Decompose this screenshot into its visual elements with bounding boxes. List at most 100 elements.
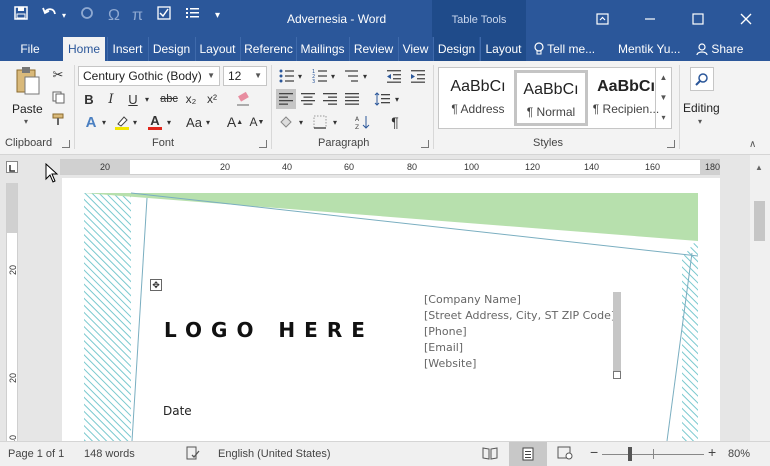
bold-icon[interactable]: B — [80, 90, 98, 108]
clear-formatting-icon[interactable] — [234, 90, 252, 108]
paste-button[interactable]: Paste — [12, 102, 43, 116]
zoom-slider-thumb[interactable] — [627, 447, 632, 461]
subscript-icon[interactable]: x₂ — [182, 90, 200, 108]
close-icon[interactable] — [722, 0, 770, 37]
zoom-in-icon[interactable]: + — [708, 444, 716, 460]
underline-dropdown-icon[interactable]: ▾ — [142, 90, 152, 108]
tab-home[interactable]: Home — [63, 37, 105, 61]
sort-icon[interactable]: AZ — [352, 112, 372, 132]
tab-file[interactable]: File — [12, 37, 48, 61]
style-address[interactable]: AaBbCı ¶ Address — [441, 70, 515, 126]
line-spacing-icon[interactable] — [372, 89, 392, 109]
tab-table-layout[interactable]: Layout — [480, 37, 526, 61]
show-marks-icon[interactable]: ¶ — [386, 112, 404, 132]
highlight-dropdown-icon[interactable]: ▾ — [131, 113, 139, 131]
shading-dropdown-icon[interactable]: ▾ — [297, 112, 305, 132]
bullets-icon[interactable] — [278, 67, 296, 85]
zoom-level[interactable]: 80% — [728, 448, 750, 460]
pi-icon[interactable]: π — [132, 7, 143, 25]
list-icon[interactable] — [185, 6, 201, 25]
editing-dropdown-icon[interactable]: ▾ — [698, 117, 702, 126]
align-center-icon[interactable] — [298, 89, 318, 109]
company-info[interactable]: [Company Name] [Street Address, City, ST… — [424, 292, 615, 372]
zoom-out-icon[interactable]: − — [590, 444, 598, 460]
proofing-icon[interactable] — [186, 446, 200, 463]
align-left-icon[interactable] — [276, 89, 296, 109]
save-icon[interactable] — [14, 6, 28, 25]
style-recipient[interactable]: AaBbCı ¶ Recipien... — [589, 70, 663, 126]
print-layout-icon[interactable] — [509, 442, 547, 466]
grow-font-icon[interactable]: A ▲ — [226, 113, 244, 131]
font-size-select[interactable]: 12 ▼ — [223, 66, 267, 86]
word-count[interactable]: 148 words — [84, 448, 135, 460]
font-color-dropdown-icon[interactable]: ▾ — [165, 113, 173, 131]
decrease-indent-icon[interactable] — [385, 67, 403, 85]
scrollbar-thumb[interactable] — [754, 201, 765, 241]
maximize-icon[interactable] — [674, 0, 722, 37]
scroll-up-icon[interactable]: ▲ — [755, 163, 763, 172]
shading-icon[interactable] — [276, 112, 296, 132]
vertical-scrollbar[interactable]: ▲ — [750, 155, 770, 441]
share-button[interactable]: Share — [696, 37, 743, 61]
styles-launcher-icon[interactable] — [667, 140, 675, 148]
language-status[interactable]: English (United States) — [218, 448, 331, 460]
text-effects-icon[interactable]: A — [82, 113, 100, 131]
style-normal[interactable]: AaBbCı ¶ Normal — [514, 70, 588, 126]
tab-selector-icon[interactable] — [6, 161, 18, 173]
copy-icon[interactable] — [50, 89, 66, 105]
format-painter-icon[interactable] — [50, 111, 66, 127]
tab-references[interactable]: Referenc — [240, 37, 296, 61]
tab-mailings[interactable]: Mailings — [296, 37, 348, 61]
tell-me-box[interactable]: Tell me... — [534, 37, 595, 61]
text-effects-dropdown-icon[interactable]: ▾ — [100, 113, 108, 131]
shrink-font-icon[interactable]: A ▼ — [248, 113, 266, 131]
tab-design[interactable]: Design — [148, 37, 194, 61]
highlight-icon[interactable] — [113, 113, 131, 131]
tab-view[interactable]: View — [398, 37, 432, 61]
multilevel-list-icon[interactable] — [343, 67, 361, 85]
numbering-dropdown-icon[interactable]: ▾ — [329, 67, 337, 85]
paste-icon[interactable] — [14, 65, 42, 97]
styles-up-icon[interactable]: ▲ — [656, 68, 671, 88]
page-count[interactable]: Page 1 of 1 — [8, 448, 64, 460]
change-case-dropdown-icon[interactable]: ▾ — [204, 113, 212, 131]
paste-dropdown-icon[interactable]: ▾ — [24, 117, 28, 126]
collapse-ribbon-icon[interactable]: ∧ — [749, 139, 756, 150]
minimize-icon[interactable] — [626, 0, 674, 37]
logo-placeholder[interactable]: LOGO HERE — [164, 318, 374, 342]
customize-qat-icon[interactable]: ▾ — [215, 10, 220, 21]
tab-layout[interactable]: Layout — [195, 37, 239, 61]
date-field[interactable]: Date — [163, 404, 192, 418]
italic-icon[interactable]: I — [102, 90, 120, 108]
horizontal-ruler[interactable]: 20 20 40 60 80 100 120 140 160 180 — [60, 159, 720, 175]
multilevel-dropdown-icon[interactable]: ▾ — [361, 67, 369, 85]
user-account[interactable]: Mentik Yu... — [618, 37, 680, 61]
increase-indent-icon[interactable] — [409, 67, 427, 85]
document-page[interactable]: ✥ LOGO HERE [Company Name] [Street Addre… — [62, 178, 720, 441]
tab-table-design[interactable]: Design — [433, 37, 479, 61]
numbering-icon[interactable]: 123 — [311, 67, 329, 85]
tab-insert[interactable]: Insert — [107, 37, 147, 61]
paragraph-launcher-icon[interactable] — [421, 140, 429, 148]
font-family-select[interactable]: Century Gothic (Body) ▼ — [78, 66, 220, 86]
find-icon[interactable] — [690, 67, 714, 91]
borders-dropdown-icon[interactable]: ▾ — [331, 112, 339, 132]
cut-icon[interactable]: ✂ — [50, 67, 66, 83]
tab-review[interactable]: Review — [349, 37, 397, 61]
strikethrough-icon[interactable]: abc — [158, 90, 180, 108]
undo-dropdown-icon[interactable]: ▾ — [62, 11, 66, 20]
font-launcher-icon[interactable] — [259, 140, 267, 148]
editing-button[interactable]: Editing — [683, 101, 720, 115]
checkbox-icon[interactable] — [157, 6, 171, 25]
vertical-ruler[interactable]: 20 20 40 — [6, 183, 18, 445]
borders-icon[interactable] — [310, 112, 330, 132]
line-spacing-dropdown-icon[interactable]: ▾ — [393, 89, 401, 109]
web-layout-icon[interactable] — [557, 446, 573, 463]
bullets-dropdown-icon[interactable]: ▾ — [296, 67, 304, 85]
styles-more-icon[interactable]: ▾ — [656, 108, 671, 128]
styles-down-icon[interactable]: ▼ — [656, 88, 671, 108]
clipboard-launcher-icon[interactable] — [62, 140, 70, 148]
table-resize-handle[interactable] — [613, 371, 621, 379]
ribbon-display-options-icon[interactable] — [578, 0, 626, 37]
justify-icon[interactable] — [342, 89, 362, 109]
